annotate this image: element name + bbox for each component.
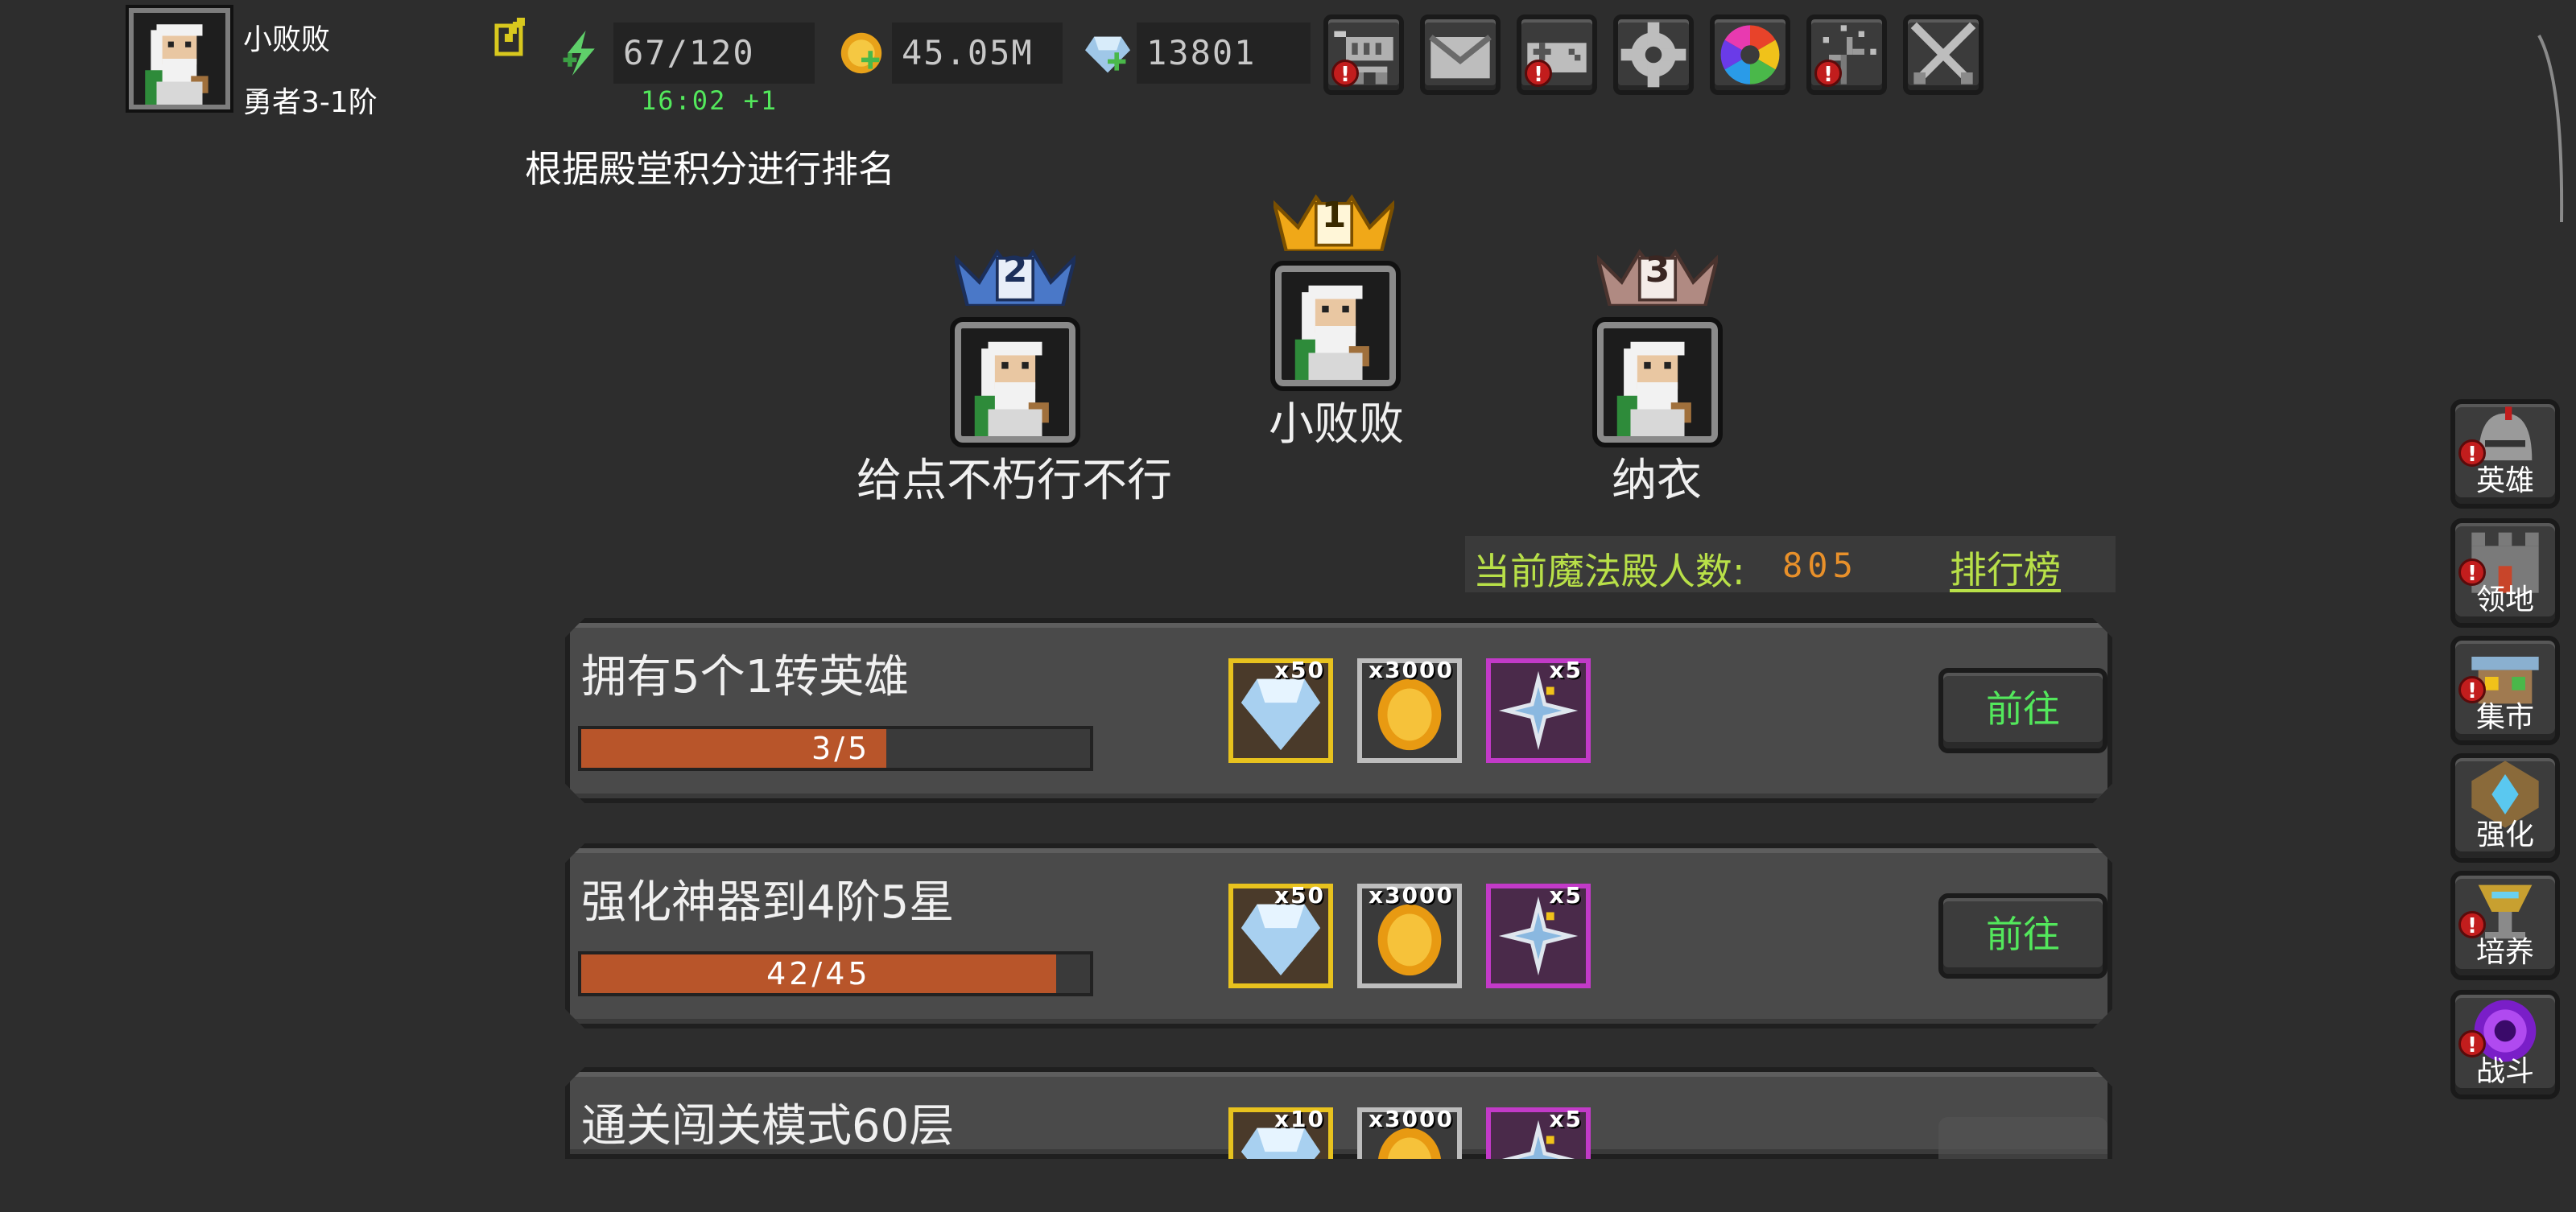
mail-button[interactable] [1420, 14, 1501, 95]
reward-count: x3000 [1368, 657, 1454, 683]
player-name: 小败败 [243, 23, 331, 56]
podium-place-3: 3 [1645, 249, 1670, 291]
podium-place-1: 1 [1321, 195, 1347, 236]
side-menu-label: 领地 [2475, 583, 2534, 616]
reward-count: x5 [1549, 882, 1583, 909]
reward-slot[interactable]: x5 [1486, 1107, 1591, 1212]
player-avatar[interactable] [126, 5, 233, 113]
settings-button[interactable] [1613, 14, 1694, 95]
hero-portrait-icon [134, 13, 225, 105]
hall-count-label: 当前魔法殿人数: [1473, 550, 1745, 593]
mail-icon [1429, 35, 1492, 79]
energy-icon [559, 31, 604, 76]
podium-avatar-3[interactable] [1592, 317, 1723, 447]
task-title: 拥有5个1转英雄 [581, 651, 910, 703]
side-menu-label: 英雄 [2475, 464, 2534, 497]
crown-gold-icon: 1 [1270, 192, 1397, 254]
energy-value: 67/120 [613, 23, 815, 84]
side-menu-label: 战斗 [2475, 1055, 2534, 1088]
alert-badge: ! [1331, 60, 1359, 87]
reward-slot[interactable]: x3000 [1357, 1107, 1462, 1212]
hall-count-value: 805 [1782, 546, 1858, 585]
reward-count: x3000 [1368, 1106, 1454, 1132]
reward-count: x50 [1274, 882, 1325, 909]
crossed-swords-icon [1910, 22, 1976, 85]
task-progress-bar: 42/45 [578, 951, 1093, 996]
go-button[interactable]: 前往 [1938, 893, 2107, 979]
game-button[interactable]: ! [1517, 14, 1597, 95]
side-menu-enhance[interactable]: 强化 [2450, 753, 2560, 863]
gear-icon [1620, 22, 1686, 88]
side-menu-market[interactable]: ! 集市 [2450, 636, 2560, 745]
side-menu-heroes[interactable]: ! 英雄 [2450, 399, 2560, 509]
reward-slot[interactable]: x10 [1228, 1107, 1333, 1212]
reward-slot[interactable]: x50 [1228, 658, 1333, 763]
podium-name-2: 给点不朽行不行 [857, 455, 1172, 507]
reward-slot[interactable]: x5 [1486, 658, 1591, 763]
ranking-caption: 根据殿堂积分进行排名 [525, 147, 895, 191]
side-menu-label: 集市 [2475, 701, 2534, 734]
hero-portrait-icon [974, 341, 1049, 436]
task-card: 强化神器到4阶5星 42/45 x50 x3000 x5 前往 [565, 843, 2112, 1029]
color-wheel-icon [1720, 25, 1780, 85]
task-title: 强化神器到4阶5星 [581, 876, 955, 929]
hero-portrait-icon [1294, 285, 1369, 380]
podium-name-1: 小败败 [1269, 398, 1404, 451]
go-button[interactable]: 前往 [1938, 668, 2107, 753]
reward-count: x5 [1549, 657, 1583, 683]
leaderboard-link[interactable]: 排行榜 [1950, 541, 2061, 594]
gold-value: 45.05M [892, 23, 1063, 84]
side-menu-territory[interactable]: ! 领地 [2450, 518, 2560, 628]
podium-name-3: 纳衣 [1612, 455, 1702, 507]
side-menu-cultivate[interactable]: ! 培养 [2450, 871, 2560, 980]
crown-silver-icon: 2 [952, 246, 1079, 308]
reward-count: x10 [1274, 1106, 1325, 1132]
reward-slot[interactable]: x3000 [1357, 658, 1462, 763]
reward-count: x5 [1549, 1106, 1583, 1132]
crown-bronze-icon: 3 [1594, 246, 1721, 308]
hero-portrait-icon [1616, 341, 1691, 436]
podium-avatar-2[interactable] [950, 317, 1080, 447]
task-progress-text: 42/45 [766, 956, 871, 991]
reward-slot[interactable]: x5 [1486, 884, 1591, 988]
fireworks-button[interactable]: ! [1806, 14, 1887, 95]
reward-count: x50 [1274, 657, 1325, 683]
gold-coin-icon [839, 31, 884, 76]
task-card: 通关闯关模式60层 x10 x3000 x5 [565, 1067, 2112, 1159]
alert-badge: ! [1525, 60, 1552, 87]
shop-button[interactable]: ! [1323, 14, 1404, 95]
task-progress-text: 3/5 [811, 731, 871, 766]
task-card: 拥有5个1转英雄 3/5 x50 x3000 x5 前往 [565, 618, 2112, 803]
podium-place-2: 2 [1002, 249, 1028, 291]
edit-name-icon[interactable] [493, 18, 533, 58]
side-menu-label: 强化 [2475, 818, 2534, 851]
claimed-button-disabled [1938, 1117, 2107, 1181]
side-menu-battle[interactable]: ! 战斗 [2450, 990, 2560, 1099]
reward-count: x3000 [1368, 882, 1454, 909]
side-menu-label: 培养 [2475, 936, 2534, 969]
reward-slot[interactable]: x50 [1228, 884, 1333, 988]
player-rank: 勇者3-1阶 [243, 86, 378, 119]
reward-slot[interactable]: x3000 [1357, 884, 1462, 988]
color-wheel-button[interactable] [1710, 14, 1790, 95]
gem-icon [1085, 32, 1130, 77]
podium-avatar-1[interactable] [1270, 261, 1401, 391]
battle-button[interactable] [1903, 14, 1984, 95]
task-progress-bar: 3/5 [578, 726, 1093, 771]
scroll-indicator[interactable] [2536, 32, 2568, 225]
alert-badge: ! [1814, 60, 1842, 87]
task-title: 通关闯关模式60层 [581, 1100, 955, 1152]
energy-timer: 16:02 +1 [641, 85, 778, 116]
gems-value: 13801 [1137, 23, 1311, 84]
